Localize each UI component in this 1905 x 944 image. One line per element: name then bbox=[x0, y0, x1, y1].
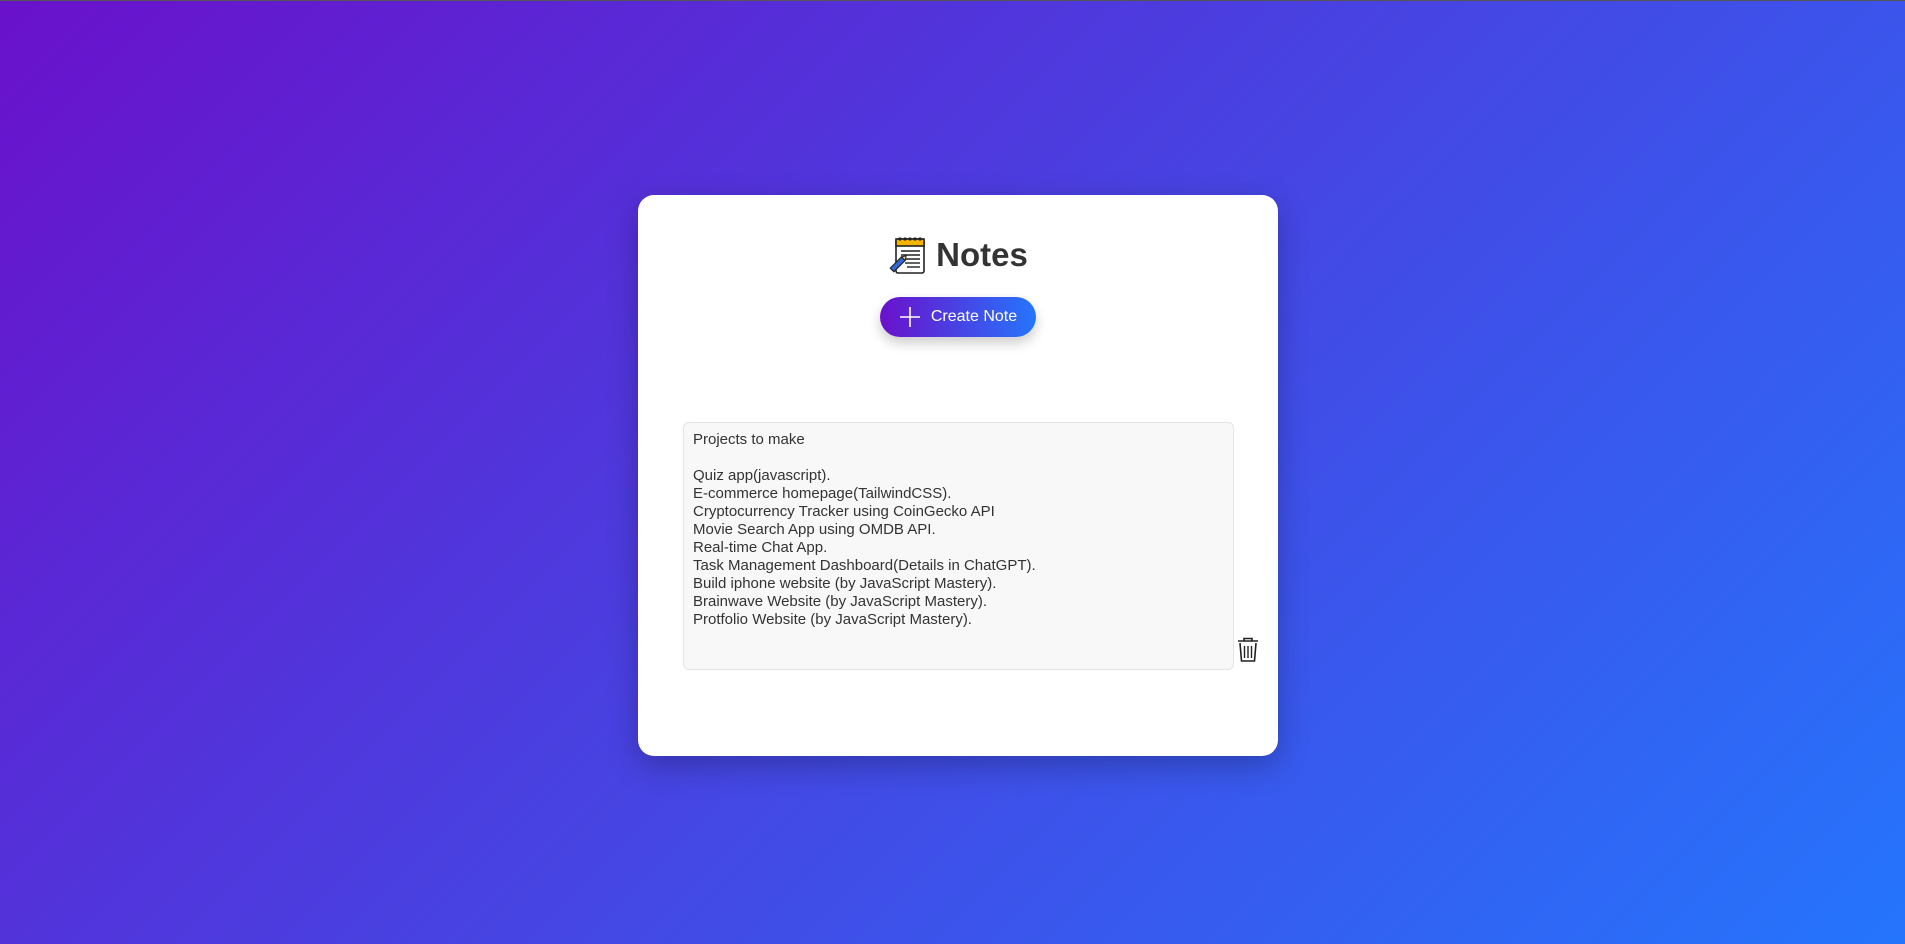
create-note-button[interactable]: Create Note bbox=[880, 297, 1036, 337]
note-line bbox=[693, 449, 1224, 467]
page-title: Notes bbox=[936, 236, 1028, 273]
note-line: E-commerce homepage(TailwindCSS). bbox=[693, 485, 952, 502]
note-line: Protfolio Website (by JavaScript Mastery… bbox=[693, 611, 972, 628]
plus-icon bbox=[899, 306, 921, 328]
note-line: Movie Search App using OMDB API. bbox=[693, 521, 936, 538]
app-header: Notes bbox=[638, 235, 1278, 275]
create-note-label: Create Note bbox=[930, 308, 1018, 325]
note-line: Real-time Chat App. bbox=[693, 539, 828, 556]
note-line: Task Management Dashboard(Details in Cha… bbox=[693, 557, 1036, 574]
note-editor[interactable]: Projects to make Quiz app(javascript). E… bbox=[683, 422, 1234, 670]
note-line: Quiz app(javascript). bbox=[693, 467, 831, 484]
trash-icon[interactable] bbox=[1234, 635, 1262, 663]
notepad-icon bbox=[888, 235, 928, 275]
note-line: Projects to make bbox=[693, 431, 805, 448]
note-line: Brainwave Website (by JavaScript Mastery… bbox=[693, 593, 987, 610]
notes-card: Notes Create Note Projects to make Quiz … bbox=[638, 195, 1278, 756]
note-line: Cryptocurrency Tracker using CoinGecko A… bbox=[693, 503, 995, 520]
note-line: Build iphone website (by JavaScript Mast… bbox=[693, 575, 997, 592]
